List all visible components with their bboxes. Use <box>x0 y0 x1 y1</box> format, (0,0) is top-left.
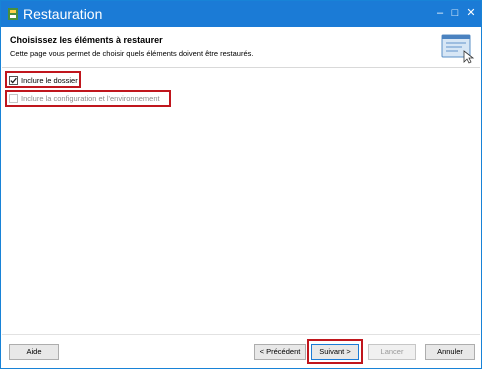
include-config-label: Inclure la configuration et l'environnem… <box>21 94 160 103</box>
header-divider <box>2 67 480 68</box>
window-cursor-icon <box>441 34 475 64</box>
help-button[interactable]: Aide <box>9 344 59 360</box>
include-config-checkbox[interactable] <box>9 94 18 103</box>
restore-wizard-window: Restauration – □ ✕ Choisissez les élémen… <box>0 0 482 369</box>
maximize-icon[interactable]: □ <box>449 7 461 19</box>
previous-button[interactable]: < Précédent <box>254 344 306 360</box>
checkmark-icon <box>10 77 17 84</box>
include-folder-checkbox[interactable] <box>9 76 18 85</box>
cancel-button[interactable]: Annuler <box>425 344 475 360</box>
next-button[interactable]: Suivant > <box>311 344 359 360</box>
include-folder-option[interactable]: Inclure le dossier <box>9 76 78 85</box>
app-icon <box>8 8 18 20</box>
page-title: Choisissez les éléments à restaurer <box>10 35 163 45</box>
include-folder-label: Inclure le dossier <box>21 76 78 85</box>
footer-divider <box>2 334 480 335</box>
window-title: Restauration <box>23 6 103 22</box>
title-bar[interactable]: Restauration – □ ✕ <box>1 1 481 27</box>
minimize-icon[interactable]: – <box>434 7 446 19</box>
include-config-option[interactable]: Inclure la configuration et l'environnem… <box>9 94 160 103</box>
close-icon[interactable]: ✕ <box>465 7 477 19</box>
page-description: Cette page vous permet de choisir quels … <box>10 49 254 58</box>
launch-button[interactable]: Lancer <box>368 344 416 360</box>
wizard-header: Choisissez les éléments à restaurer Cett… <box>2 27 480 69</box>
